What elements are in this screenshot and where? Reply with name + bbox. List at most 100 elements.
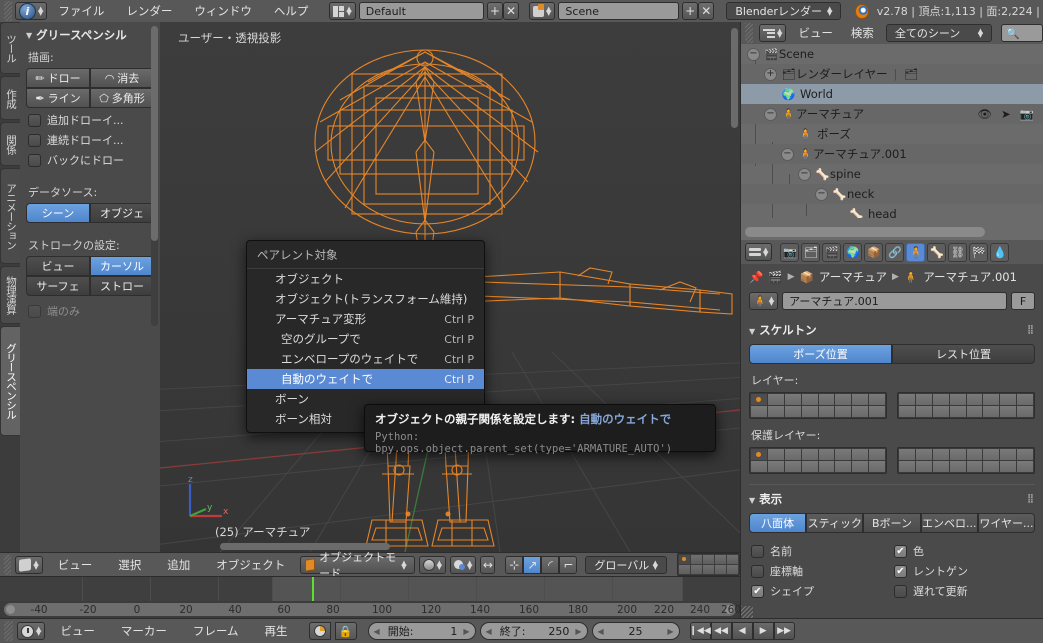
tab-object[interactable]: 📦: [864, 242, 884, 262]
protected-layer-cell[interactable]: [1017, 449, 1033, 460]
bone-layer-cell[interactable]: [966, 394, 983, 405]
datasource-object-button[interactable]: オブジェ: [90, 203, 154, 223]
timeline-menu-marker[interactable]: マーカー: [110, 623, 178, 639]
protected-layer-cell[interactable]: [966, 461, 983, 472]
protected-layer-cell[interactable]: [949, 449, 966, 460]
renderlayer-icon[interactable]: 🗂: [904, 67, 919, 82]
layer-cell[interactable]: [715, 565, 726, 574]
bone-layer-cell[interactable]: [767, 394, 784, 405]
protected-layers-grid-left[interactable]: [749, 447, 887, 474]
bone-layer-cell[interactable]: [818, 406, 835, 417]
scene-layers-grid[interactable]: [677, 553, 740, 576]
bone-layers-grid-right[interactable]: [897, 392, 1035, 419]
bone-layer-cell[interactable]: [899, 394, 915, 405]
protected-layer-cell[interactable]: [899, 461, 915, 472]
display-delay-refresh-row[interactable]: 遅れて更新: [894, 583, 1035, 599]
tab-animation[interactable]: アニメーション: [0, 168, 20, 264]
tab-constraints[interactable]: 🔗: [885, 242, 905, 262]
protected-layers-grid-right[interactable]: [897, 447, 1035, 474]
layer-cell[interactable]: [727, 565, 738, 574]
window-grip[interactable]: [4, 1, 12, 21]
bone-layer-cell[interactable]: [869, 394, 885, 405]
menu-item-with-empty-groups[interactable]: 空のグループで Ctrl P: [247, 329, 484, 349]
breadcrumb-data[interactable]: アーマチュア.001: [923, 269, 1017, 285]
protected-layer-cell[interactable]: [835, 449, 852, 460]
menu-item-object-keep-transform[interactable]: オブジェクト(トランスフォーム維持): [247, 289, 484, 309]
play-reverse-button[interactable]: ◀: [731, 622, 753, 640]
layer-cell[interactable]: [703, 565, 714, 574]
layer-cell[interactable]: [703, 555, 714, 564]
skeleton-panel-header[interactable]: ▼ スケルトン ⣿: [749, 322, 1035, 338]
current-frame-field[interactable]: ◀ 25 ▶: [591, 622, 680, 640]
display-octahedral-button[interactable]: 八面体: [749, 513, 807, 533]
display-wire-button[interactable]: ワイヤー...: [977, 513, 1036, 533]
protected-layer-cell[interactable]: [852, 449, 869, 460]
outliner-tree[interactable]: − 🎬 Scene + 🗂 レンダーレイヤー | 🗂 🌍 World − 🧍 ア…: [741, 44, 1043, 218]
outliner-row-bone-neck[interactable]: − 🦴 neck: [741, 184, 1043, 204]
protected-layer-cell[interactable]: [751, 461, 767, 472]
breadcrumb-object[interactable]: アーマチュア: [819, 269, 887, 285]
tab-physics[interactable]: 物理演算: [0, 266, 20, 324]
tab-world[interactable]: 🌍: [843, 242, 863, 262]
bone-layer-cell[interactable]: [751, 406, 767, 417]
outliner-row-armature-object[interactable]: − 🧍 アーマチュア 👁 ➤ 📷: [741, 104, 1043, 124]
bone-layer-cell[interactable]: [784, 394, 801, 405]
protected-layer-cell[interactable]: [801, 461, 818, 472]
bone-layer-cell[interactable]: [966, 406, 983, 417]
bone-layer-cell[interactable]: [915, 394, 932, 405]
ruler-scroll-handle-left[interactable]: [6, 605, 15, 614]
display-names-row[interactable]: 名前: [751, 543, 892, 559]
display-xray-row[interactable]: ✔ レントゲン: [894, 563, 1035, 579]
pivot-point-select[interactable]: ▲ ▼: [449, 555, 477, 574]
manipulator-toggle[interactable]: ⊹: [505, 555, 524, 574]
outliner-row-world[interactable]: 🌍 World: [741, 84, 1043, 104]
layer-cell[interactable]: [691, 565, 702, 574]
bone-layer-cell[interactable]: [1000, 406, 1017, 417]
outliner-grip[interactable]: [745, 23, 753, 43]
menu-help[interactable]: ヘルプ: [263, 3, 320, 19]
erase-button[interactable]: ◠ 消去: [90, 68, 154, 88]
protected-layer-cell[interactable]: [1000, 461, 1017, 472]
transform-orientation-select[interactable]: グローバル ▲ ▼: [585, 555, 667, 574]
tab-physics[interactable]: 💧: [990, 242, 1010, 262]
manipulator-scale-button[interactable]: ⌐: [559, 555, 578, 574]
tab-render[interactable]: 📷: [780, 242, 800, 262]
add-layout-button[interactable]: +: [486, 2, 503, 20]
protected-layer-cell[interactable]: [1000, 449, 1017, 460]
outliner-row-pose[interactable]: 🧍 ポーズ: [741, 124, 1043, 144]
bone-layer-cell[interactable]: [932, 406, 949, 417]
expander-minus-icon[interactable]: −: [815, 187, 828, 201]
bone-layer-cell[interactable]: [852, 406, 869, 417]
protected-layer-cell[interactable]: [915, 449, 932, 460]
tab-grease-pencil[interactable]: グリースペンシル: [0, 326, 20, 436]
protected-layer-cell[interactable]: [784, 461, 801, 472]
expander-plus-icon[interactable]: +: [764, 67, 777, 81]
eye-icon[interactable]: 👁: [977, 107, 992, 121]
protected-layer-cell[interactable]: [915, 461, 932, 472]
datablock-name-input[interactable]: アーマチュア.001: [782, 292, 1007, 310]
tab-bone[interactable]: 🦴: [927, 242, 947, 262]
line-button[interactable]: ✒ ライン: [26, 88, 90, 108]
expander-minus-icon[interactable]: −: [747, 47, 760, 61]
display-axes-checkbox[interactable]: [751, 564, 764, 578]
pin-icon[interactable]: 📌: [749, 270, 763, 284]
tab-create[interactable]: 作成: [0, 76, 20, 120]
viewport-vertical-scrollbar[interactable]: [731, 28, 738, 128]
cursor-icon[interactable]: ➤: [1001, 107, 1011, 121]
protected-layer-cell[interactable]: [852, 461, 869, 472]
outliner-menu-view[interactable]: ビュー: [792, 25, 839, 41]
bone-layer-cell[interactable]: [915, 406, 932, 417]
toolshelf-scrollbar[interactable]: [151, 26, 158, 326]
expander-minus-icon[interactable]: −: [764, 107, 777, 121]
layer-cell[interactable]: [691, 555, 702, 564]
tab-armature-data[interactable]: 🧍: [906, 242, 926, 262]
start-frame-field[interactable]: ◀ 開始: 1 ▶: [367, 622, 476, 640]
protected-layer-cell[interactable]: [818, 461, 835, 472]
protected-layer-cell[interactable]: [751, 449, 767, 460]
play-button[interactable]: ▶: [752, 622, 774, 640]
draw-button[interactable]: ✏ ドロー: [26, 68, 90, 88]
bone-layer-cell[interactable]: [751, 394, 767, 405]
display-envelope-button[interactable]: エンベロ...: [920, 513, 978, 533]
menu-window[interactable]: ウィンドウ: [183, 3, 263, 19]
layer-cell[interactable]: [679, 565, 690, 574]
